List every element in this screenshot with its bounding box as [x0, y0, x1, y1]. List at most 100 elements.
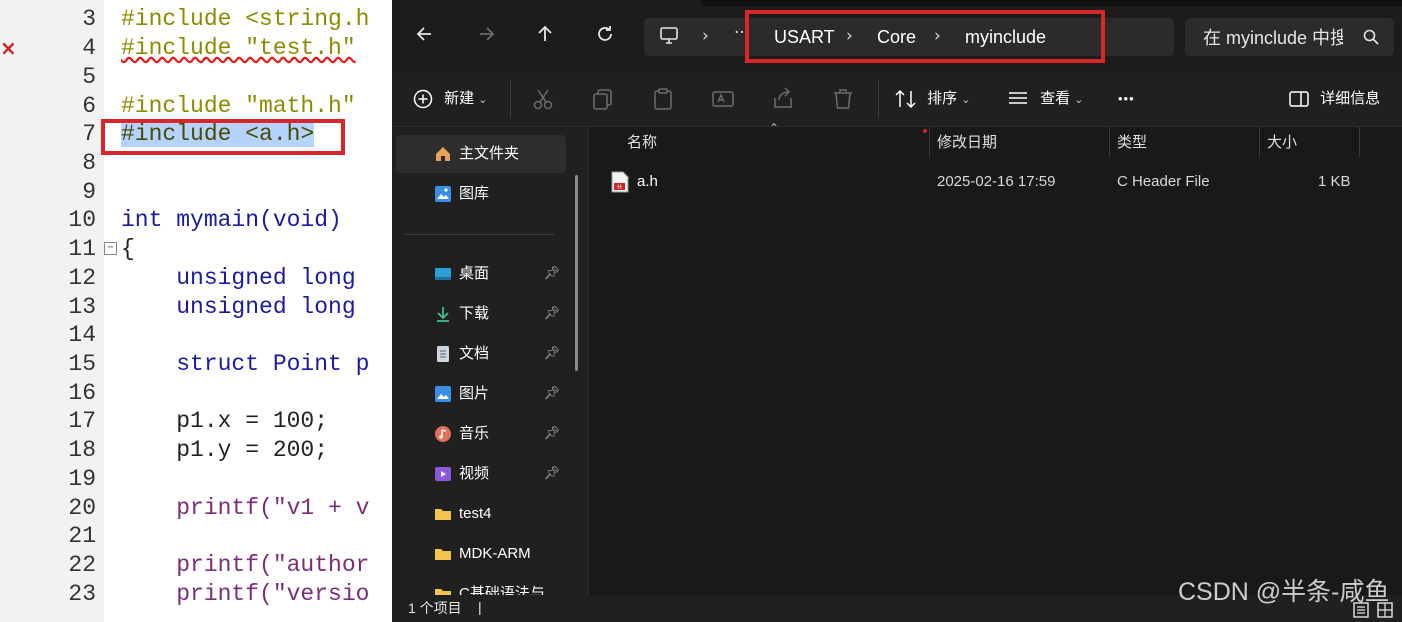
more-options-button[interactable]: ••• — [1118, 85, 1135, 113]
file-name[interactable]: a.h — [637, 167, 658, 197]
code-line: printf("v1 + v — [121, 495, 370, 521]
line-number: 6 — [82, 93, 96, 119]
sidebar-item-videos[interactable]: 视频 📌︎ — [396, 455, 566, 493]
file-row[interactable]: H a.h 2025-02-16 17:59 C Header File 1 K… — [589, 167, 1402, 197]
error-marker-icon[interactable]: × — [0, 36, 17, 60]
folder-icon — [435, 549, 451, 560]
line-number: 4 — [82, 35, 96, 61]
copy-icon[interactable] — [590, 86, 616, 112]
line-number: 13 — [68, 294, 96, 320]
line-number: 5 — [82, 64, 96, 90]
sidebar-item-downloads[interactable]: 下载 📌︎ — [396, 295, 566, 333]
pin-icon[interactable]: 📌︎ — [543, 375, 560, 413]
chevron-down-icon: ⌄ — [478, 94, 488, 106]
new-label: 新建 — [444, 90, 475, 107]
sidebar-item-label: C基础语法与STI — [459, 585, 545, 595]
pin-icon[interactable]: 📌︎ — [543, 415, 560, 453]
view-toggle-icons[interactable] — [1352, 598, 1396, 620]
fold-toggle-icon[interactable]: − — [104, 242, 117, 255]
status-divider: | — [478, 599, 482, 615]
code-line: #include "math.h" — [121, 93, 356, 119]
title-bar: › ··· USART › Core › myinclude 在 myinclu… — [392, 0, 1402, 72]
new-button[interactable]: 新建 ⌄ — [412, 85, 487, 113]
column-divider[interactable] — [1259, 127, 1260, 157]
search-box[interactable]: 在 myinclude 中搜 — [1185, 18, 1394, 56]
column-header-date[interactable]: 修改日期 — [937, 127, 997, 159]
sort-caret-icon: ⌃ — [769, 121, 780, 135]
column-divider[interactable] — [929, 127, 930, 157]
cut-icon[interactable] — [530, 86, 556, 112]
sidebar-item-folder[interactable]: C基础语法与STI — [396, 575, 566, 595]
column-header-size[interactable]: 大小 — [1267, 127, 1297, 159]
line-number: 12 — [68, 265, 96, 291]
file-list[interactable]: ⌃ 名称 修改日期 类型 大小 H a.h 2025-02-16 17:59 C… — [589, 121, 1402, 595]
refresh-icon — [598, 26, 612, 41]
code-line: unsigned long — [121, 265, 356, 291]
sidebar-item-label: 视频 — [459, 465, 490, 482]
rename-icon[interactable] — [710, 86, 736, 112]
search-icon[interactable] — [1362, 28, 1380, 46]
back-button[interactable] — [410, 24, 440, 52]
sidebar-item-home[interactable]: 主文件夹 — [396, 135, 566, 173]
file-type: C Header File — [1117, 173, 1210, 190]
view-button[interactable]: 查看 ⌄ — [1006, 85, 1083, 113]
line-number: 14 — [68, 322, 96, 348]
pin-icon[interactable]: 📌︎ — [543, 335, 560, 373]
delete-icon[interactable] — [830, 86, 856, 112]
details-pane-button[interactable]: 详细信息 — [1288, 85, 1380, 113]
forward-button[interactable] — [471, 24, 501, 52]
up-button[interactable] — [530, 24, 560, 52]
folder-icon — [435, 509, 451, 520]
gallery-icon — [435, 186, 451, 202]
chevron-down-icon: ⌄ — [1074, 94, 1084, 106]
column-divider[interactable] — [1359, 127, 1360, 157]
search-placeholder[interactable]: 在 myinclude 中搜 — [1203, 27, 1343, 49]
pictures-icon — [435, 386, 451, 402]
sidebar-item-label: 主文件夹 — [459, 145, 520, 162]
column-header-name[interactable]: 名称 — [627, 127, 657, 159]
sidebar-item-music[interactable]: 音乐 📌︎ — [396, 415, 566, 453]
sidebar-scrollbar[interactable] — [575, 175, 578, 371]
highlight-box — [101, 119, 345, 155]
line-number: 10 — [68, 207, 96, 233]
pin-icon[interactable]: 📌︎ — [543, 455, 560, 493]
sidebar-item-folder[interactable]: test4 — [396, 495, 566, 533]
code-line-include-test: #include "test.h" — [121, 35, 356, 61]
folder-icon — [435, 589, 451, 595]
code-line: { — [121, 236, 135, 262]
item-count: 1 个项目 — [408, 600, 462, 616]
code-editor[interactable]: 3 4 5 6 7 8 9 10 11 12 13 14 15 16 17 18… — [0, 0, 392, 622]
sidebar-item-pictures[interactable]: 图片 📌︎ — [396, 375, 566, 413]
line-number: 8 — [82, 150, 96, 176]
column-header-type[interactable]: 类型 — [1117, 127, 1147, 159]
code-line: p1.y = 200; — [121, 437, 329, 463]
computer-icon[interactable] — [658, 25, 680, 47]
view-list-icon — [1009, 92, 1027, 104]
svg-text:H: H — [617, 184, 622, 191]
sort-button[interactable]: 排序 ⌄ — [894, 85, 970, 113]
code-line: #include "test.h" — [121, 34, 356, 63]
sidebar-item-desktop[interactable]: 桌面 📌︎ — [396, 255, 566, 293]
sidebar-item-folder[interactable]: MDK-ARM — [396, 535, 566, 573]
arrow-up-icon — [538, 25, 552, 41]
details-pane-icon — [1289, 91, 1309, 107]
line-number: 20 — [68, 495, 96, 521]
sidebar-item-documents[interactable]: 文档 📌︎ — [396, 335, 566, 373]
share-icon[interactable] — [770, 86, 796, 112]
arrow-right-icon — [480, 27, 495, 41]
sidebar-item-label: 下载 — [459, 305, 490, 322]
sidebar-item-gallery[interactable]: 图库 — [396, 175, 566, 213]
sidebar-item-label: 桌面 — [459, 265, 490, 282]
pin-icon[interactable]: 📌︎ — [543, 255, 560, 293]
paste-icon[interactable] — [650, 86, 676, 112]
line-number: 22 — [68, 552, 96, 578]
pin-icon[interactable]: 📌︎ — [543, 295, 560, 333]
divider — [878, 80, 879, 118]
column-divider[interactable] — [1109, 127, 1110, 157]
download-icon — [437, 307, 449, 322]
tab-strip — [702, 0, 1402, 6]
arrow-left-icon — [416, 27, 431, 41]
refresh-button[interactable] — [590, 24, 620, 52]
chevron-right-icon[interactable]: › — [702, 25, 709, 47]
line-number: 7 — [82, 121, 96, 147]
